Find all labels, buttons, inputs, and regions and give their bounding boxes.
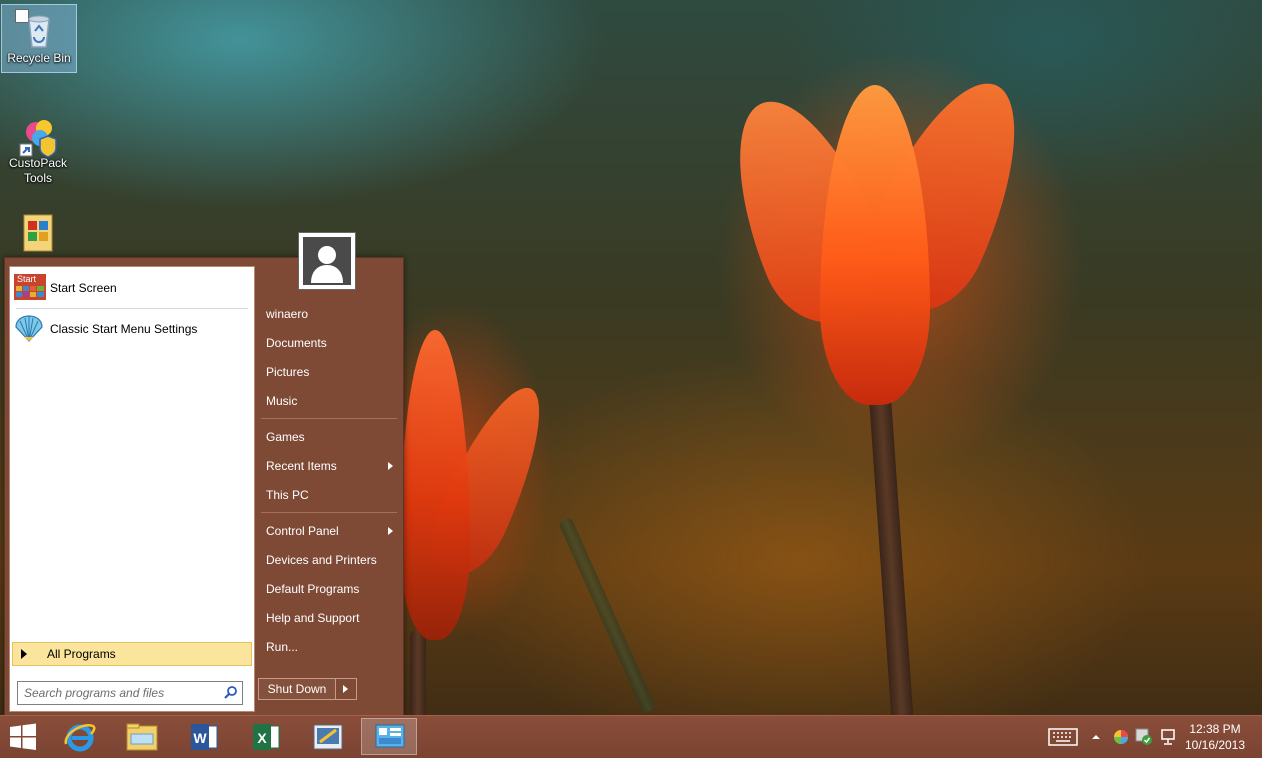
menu-item-label: This PC [266, 488, 309, 502]
menu-item-pictures[interactable]: Pictures [259, 359, 399, 385]
start-screen-badge: Start [17, 274, 37, 284]
start-menu: Start Start Screen Classic Start Menu Se… [4, 233, 404, 717]
excel-icon: X [253, 724, 280, 750]
all-programs-button[interactable]: All Programs [12, 642, 252, 666]
menu-item-recent-items[interactable]: Recent Items [259, 453, 399, 479]
color-wheel-icon[interactable] [1113, 729, 1129, 745]
menu-item-label: Run... [266, 640, 299, 654]
user-picture[interactable] [299, 233, 355, 289]
menu-item-label: Games [266, 430, 305, 444]
desktop-icon-custopack-tools[interactable]: CustoPack Tools [1, 110, 75, 186]
search-input[interactable] [22, 685, 222, 701]
menu-item-label: Devices and Printers [266, 553, 377, 567]
control-panel-icon [375, 724, 405, 748]
menu-item-games[interactable]: Games [259, 424, 399, 450]
excel-letter: X [257, 730, 267, 746]
submenu-arrow-icon [388, 527, 393, 535]
taskbar-internet-explorer[interactable] [52, 718, 108, 755]
network-icon[interactable] [1160, 728, 1178, 746]
shutdown-label: Shut Down [267, 682, 327, 696]
clock-time: 12:38 PM [1189, 722, 1241, 736]
windows-start-icon [10, 723, 36, 750]
custopack-tools-icon [18, 114, 58, 158]
program-label: Classic Start Menu Settings [50, 322, 198, 336]
menu-item-user-folder[interactable]: winaero [259, 301, 399, 327]
search-box [17, 681, 243, 705]
program-label: Start Screen [50, 281, 117, 295]
shutdown-button[interactable]: Shut Down [258, 678, 336, 700]
start-button[interactable] [0, 718, 46, 755]
taskbar-file-explorer[interactable] [114, 718, 170, 755]
menu-item-devices-and-printers[interactable]: Devices and Printers [259, 547, 399, 573]
search-icon[interactable] [224, 685, 238, 702]
menu-item-help-and-support[interactable]: Help and Support [259, 605, 399, 631]
menu-item-label: Default Programs [266, 582, 360, 596]
desktop-icon-label: Recycle Bin [7, 51, 71, 65]
menu-item-documents[interactable]: Documents [259, 330, 399, 356]
menu-item-this-pc[interactable]: This PC [259, 482, 399, 508]
menu-item-label: Control Panel [266, 524, 339, 538]
keyboard-icon[interactable] [1048, 728, 1078, 746]
taskbar: W X 12:38 PM 10/16/2013 [0, 715, 1262, 758]
taskbar-clock[interactable]: 12:38 PM 10/16/2013 [1180, 721, 1250, 753]
expand-arrow-icon [21, 649, 27, 659]
menu-item-label: Recent Items [266, 459, 337, 473]
menu-separator [261, 418, 397, 419]
desktop-icon-recycle-bin[interactable]: Recycle Bin [1, 4, 77, 73]
program-classic-start-menu-settings[interactable]: Classic Start Menu Settings [14, 312, 250, 346]
taskbar-paint[interactable] [300, 718, 356, 755]
shutdown-options-button[interactable] [336, 678, 357, 700]
menu-item-run[interactable]: Run... [259, 634, 399, 660]
all-programs-label: All Programs [47, 647, 116, 661]
show-hidden-icons-icon[interactable] [1091, 732, 1101, 742]
desktop-icon-label: CustoPack Tools [8, 156, 68, 185]
start-screen-icon: Start [14, 274, 46, 302]
word-icon: W [191, 724, 218, 750]
taskbar-word[interactable]: W [176, 718, 232, 755]
submenu-arrow-icon [388, 462, 393, 470]
menu-item-label: Music [266, 394, 298, 408]
menu-separator [261, 512, 397, 513]
shell-icon [14, 315, 46, 343]
folder-icon [18, 209, 58, 252]
program-start-screen[interactable]: Start Start Screen [14, 271, 250, 305]
menu-item-default-programs[interactable]: Default Programs [259, 576, 399, 602]
menu-item-label: Help and Support [266, 611, 360, 625]
taskbar-excel[interactable]: X [238, 718, 294, 755]
menu-item-label: Documents [266, 336, 327, 350]
menu-item-music[interactable]: Music [259, 388, 399, 414]
menu-item-label: winaero [266, 307, 309, 321]
paint-icon [313, 724, 343, 750]
chevron-right-icon [343, 685, 348, 693]
start-menu-programs-pane: Start Start Screen Classic Start Menu Se… [9, 266, 255, 712]
clock-date: 10/16/2013 [1184, 738, 1246, 752]
word-letter: W [193, 730, 207, 746]
taskbar-control-panel[interactable] [361, 718, 417, 755]
desktop-icon-folder[interactable] [1, 205, 75, 252]
programs-separator [16, 308, 248, 309]
user-avatar-icon [303, 237, 351, 285]
recycle-bin-icon [19, 9, 59, 49]
menu-item-label: Pictures [266, 365, 310, 379]
menu-item-control-panel[interactable]: Control Panel [259, 518, 399, 544]
security-icon[interactable] [1135, 728, 1153, 746]
file-explorer-icon [126, 723, 158, 751]
internet-explorer-icon [64, 723, 96, 752]
